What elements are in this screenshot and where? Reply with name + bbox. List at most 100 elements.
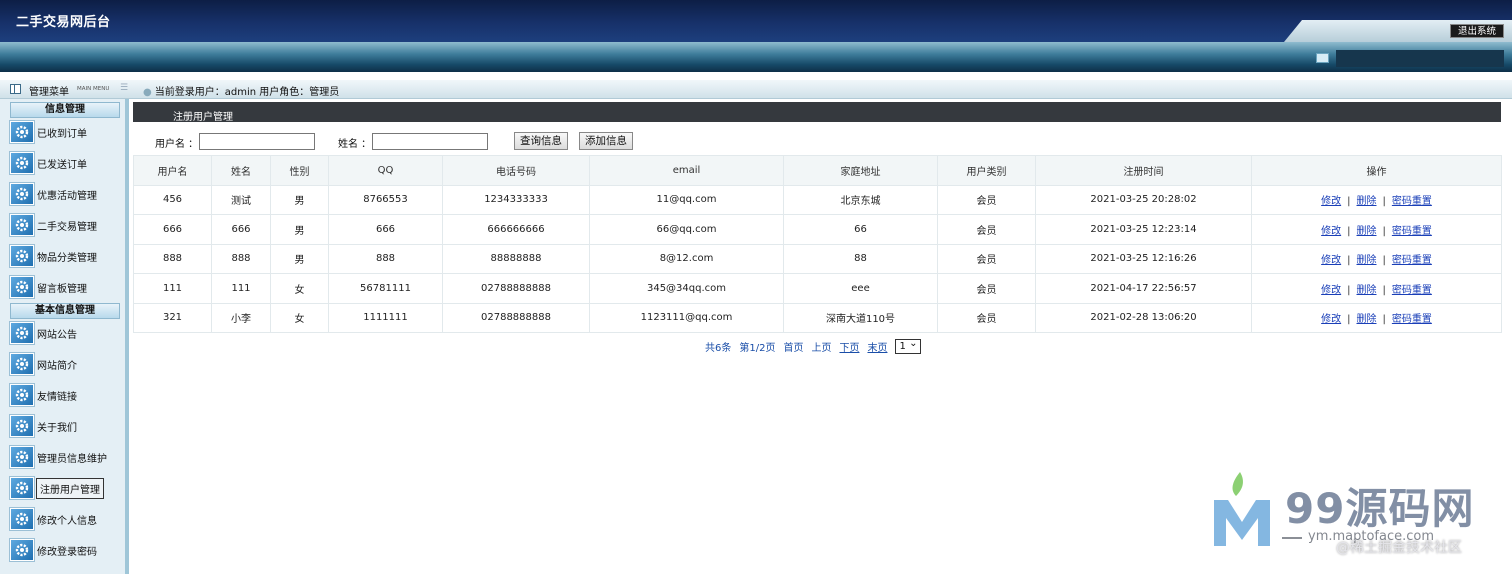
sidebar-item-label: 物品分类管理 xyxy=(37,253,97,264)
bullet-icon: ● xyxy=(143,87,152,98)
settings-gear-icon xyxy=(10,539,34,561)
column-header: email xyxy=(589,155,784,186)
pager-first[interactable]: 首页 xyxy=(783,343,803,354)
header-band xyxy=(0,42,1512,72)
reset-password-link[interactable]: 密码重置 xyxy=(1392,196,1432,207)
pager-next[interactable]: 下页 xyxy=(839,343,859,354)
sidebar-item[interactable]: 注册用户管理 xyxy=(10,475,120,501)
edit-link[interactable]: 修改 xyxy=(1321,314,1341,325)
query-button[interactable]: 查询信息 xyxy=(514,132,568,150)
settings-gear-icon xyxy=(10,152,34,174)
top-header: 二手交易网后台 xyxy=(0,0,1512,42)
menu-icon xyxy=(10,84,21,94)
delete-link[interactable]: 删除 xyxy=(1357,314,1377,325)
username-input[interactable] xyxy=(199,133,315,150)
settings-gear-icon xyxy=(10,508,34,530)
table-cell: 女 xyxy=(270,302,329,333)
settings-gear-icon xyxy=(10,446,34,468)
add-info-button[interactable]: 添加信息 xyxy=(579,132,633,150)
pager-prev[interactable]: 上页 xyxy=(811,343,831,354)
edit-link[interactable]: 修改 xyxy=(1321,285,1341,296)
user-info-text: 当前登录用户：admin 用户角色：管理员 xyxy=(154,87,340,98)
pager-last[interactable]: 末页 xyxy=(867,343,887,354)
table-cell: 深南大道110号 xyxy=(783,302,938,333)
column-header: 用户类别 xyxy=(937,155,1036,186)
column-header: 家庭地址 xyxy=(783,155,938,186)
table-cell: 888 xyxy=(211,243,271,274)
sidebar-item[interactable]: 关于我们 xyxy=(10,413,120,439)
users-table: 用户名 姓名 性别 QQ 电话号码 email 家庭地址 用户类别 注册时间 操作 456 测试男 8… xyxy=(133,155,1502,333)
delete-link[interactable]: 删除 xyxy=(1357,226,1377,237)
action-separator: | xyxy=(1382,225,1386,237)
monitor-icon xyxy=(1316,53,1329,63)
sidebar-item-label: 优惠活动管理 xyxy=(37,191,97,202)
reset-password-link[interactable]: 密码重置 xyxy=(1392,255,1432,266)
action-separator: | xyxy=(1382,284,1386,296)
table-cell: 1123111@qq.com xyxy=(589,302,784,333)
action-separator: | xyxy=(1382,314,1386,326)
sidebar: 信息管理 已收到订单 已发送订单 优惠活动管理 二手交易管理 物品分类管理 留言板管理 基本信… xyxy=(0,99,129,574)
action-separator: | xyxy=(1382,255,1386,267)
action-separator: | xyxy=(1382,196,1386,208)
table-cell: 888 xyxy=(328,243,443,274)
table-row: 456 测试男 8766553 1234333333 11@qq.com 北京东城 会员 20… xyxy=(133,184,1502,215)
table-cell: 会员 xyxy=(937,243,1036,274)
table-cell: 888 xyxy=(133,243,212,274)
menu-subtitle: MAIN MENU xyxy=(77,86,110,92)
sidebar-item-label: 修改登录密码 xyxy=(37,547,97,558)
header-band-panel xyxy=(1336,50,1504,67)
actions-cell: 修改 | 删除 | 密码重置 xyxy=(1251,302,1502,333)
page-select[interactable]: 1 xyxy=(895,337,922,354)
table-cell: 66 xyxy=(783,214,938,245)
table-row: 321 小李女 1111111 02788888888 1123111@qq.com 深南… xyxy=(133,302,1502,333)
settings-gear-icon xyxy=(10,353,34,375)
sidebar-item[interactable]: 留言板管理 xyxy=(10,274,120,300)
column-header: 姓名 xyxy=(211,155,271,186)
sidebar-item[interactable]: 管理员信息维护 xyxy=(10,444,120,470)
edit-link[interactable]: 修改 xyxy=(1321,226,1341,237)
name-input[interactable] xyxy=(372,133,488,150)
settings-gear-icon xyxy=(10,384,34,406)
settings-gear-icon xyxy=(10,245,34,267)
sidebar-item-label: 二手交易管理 xyxy=(37,222,97,233)
action-separator: | xyxy=(1347,314,1351,326)
table-cell: 男 xyxy=(270,184,329,215)
action-separator: | xyxy=(1347,225,1351,237)
settings-gear-icon xyxy=(10,415,34,437)
delete-link[interactable]: 删除 xyxy=(1357,196,1377,207)
reset-password-link[interactable]: 密码重置 xyxy=(1392,314,1432,325)
action-separator: | xyxy=(1347,284,1351,296)
table-cell: 111 xyxy=(133,273,212,304)
action-separator: | xyxy=(1347,255,1351,267)
sidebar-item[interactable]: 友情链接 xyxy=(10,382,120,408)
delete-link[interactable]: 删除 xyxy=(1357,285,1377,296)
sidebar-item-label: 注册用户管理 xyxy=(36,478,104,499)
table-row: 888 888 男 888 88888888 8@12.com 88 会员 2021-03-25… xyxy=(133,243,1502,274)
column-header: QQ xyxy=(328,155,443,186)
sidebar-item[interactable]: 网站公告 xyxy=(10,320,120,346)
sidebar-item[interactable]: 修改个人信息 xyxy=(10,506,120,532)
sidebar-item[interactable]: 网站简介 xyxy=(10,351,120,377)
edit-link[interactable]: 修改 xyxy=(1321,255,1341,266)
sidebar-item[interactable]: 物品分类管理 xyxy=(10,243,120,269)
sidebar-item[interactable]: 已收到订单 xyxy=(10,119,120,145)
table-cell: 男 xyxy=(270,214,329,245)
actions-cell: 修改 | 删除 | 密码重置 xyxy=(1251,273,1502,304)
settings-gear-icon xyxy=(10,183,34,205)
table-cell: 66@qq.com xyxy=(589,214,784,245)
table-cell: 111 xyxy=(211,273,271,304)
sidebar-section-info: 信息管理 xyxy=(10,102,120,118)
settings-gear-icon xyxy=(10,214,34,236)
sidebar-item[interactable]: 二手交易管理 xyxy=(10,212,120,238)
table-cell: 321 xyxy=(133,302,212,333)
sidebar-item[interactable]: 已发送订单 xyxy=(10,150,120,176)
sidebar-item[interactable]: 修改登录密码 xyxy=(10,537,120,563)
logout-button[interactable]: 退出系统 xyxy=(1449,24,1504,38)
name-label: 姓名 ： xyxy=(338,139,372,150)
sidebar-item[interactable]: 优惠活动管理 xyxy=(10,181,120,207)
table-cell: 测试 xyxy=(211,184,271,215)
edit-link[interactable]: 修改 xyxy=(1321,196,1341,207)
reset-password-link[interactable]: 密码重置 xyxy=(1392,285,1432,296)
reset-password-link[interactable]: 密码重置 xyxy=(1392,226,1432,237)
delete-link[interactable]: 删除 xyxy=(1357,255,1377,266)
